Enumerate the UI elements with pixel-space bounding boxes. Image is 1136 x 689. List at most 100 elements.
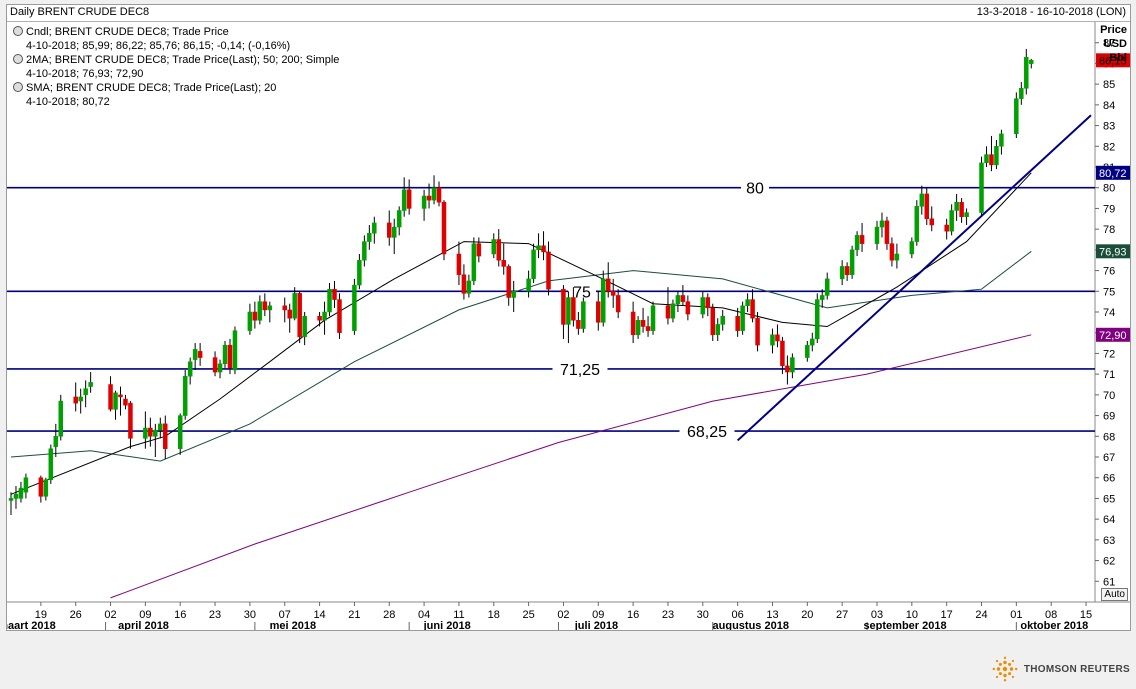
- y-tick-label: 67: [1103, 452, 1115, 464]
- candle-body: [197, 351, 203, 358]
- candle-body: [526, 278, 531, 292]
- candle-body: [536, 245, 541, 251]
- candle-body: [824, 278, 830, 296]
- legend-candles-line2: 4-10-2018; 85,99; 86,22; 85,76; 86,15; -…: [26, 40, 291, 52]
- candle-body: [58, 400, 64, 437]
- x-tick-label: 16: [627, 609, 639, 621]
- candle-body: [262, 301, 268, 311]
- axis-unit: Price USD Bbl: [1100, 23, 1127, 65]
- candle-body: [670, 303, 676, 319]
- candle-body: [421, 195, 427, 209]
- legend-sma-line2: 4-10-2018; 80,72: [26, 96, 110, 108]
- y-tick-label: 78: [1103, 224, 1115, 236]
- candle-body: [994, 146, 999, 166]
- candle-body: [222, 344, 228, 365]
- legend-dot-icon[interactable]: [13, 54, 23, 64]
- candle-body: [148, 427, 153, 437]
- candle-body: [979, 162, 984, 213]
- candle-body: [909, 241, 915, 255]
- candle-body: [745, 299, 750, 307]
- candle-body: [889, 243, 895, 261]
- candle-body: [1014, 98, 1019, 135]
- legend-dot-icon[interactable]: [13, 26, 23, 36]
- x-tick-label: 27: [836, 609, 848, 621]
- level-label: 68,25: [687, 424, 727, 441]
- legend-dot-icon[interactable]: [13, 82, 23, 92]
- candle-body: [441, 201, 447, 255]
- candle-body: [18, 487, 24, 499]
- candle-body: [123, 398, 128, 406]
- legend-candles-line1: Cndl; BRENT CRUDE DEC8; Trade Price: [26, 26, 229, 38]
- candle-body: [332, 288, 337, 300]
- candle-body: [431, 187, 437, 201]
- x-tick-label: 16: [174, 609, 186, 621]
- candle-body: [292, 293, 297, 319]
- candle-body: [153, 429, 158, 437]
- legend-2ma-line1: 2MA; BRENT CRUDE DEC8; Trade Price(Last)…: [26, 54, 340, 66]
- candle-body: [108, 384, 113, 410]
- candle-body: [357, 259, 362, 286]
- price-tag-label: 80,72: [1099, 168, 1127, 180]
- level-label: 75: [573, 284, 591, 301]
- candle-body: [217, 363, 223, 373]
- x-tick-label: 23: [662, 609, 674, 621]
- candle-body: [780, 340, 785, 367]
- candle-body: [367, 233, 372, 242]
- candle-body: [182, 375, 188, 416]
- candle-body: [372, 222, 377, 234]
- candle-body: [506, 266, 511, 298]
- candle-body: [113, 392, 118, 410]
- candle-body: [391, 226, 397, 238]
- legend-2ma: 2MA; BRENT CRUDE DEC8; Trade Price(Last)…: [13, 53, 339, 81]
- candle-body: [810, 338, 815, 346]
- y-tick-label: 83: [1103, 121, 1115, 133]
- y-tick-label: 70: [1103, 390, 1115, 402]
- candle-body: [192, 349, 198, 360]
- price-tag-label: 76,93: [1099, 246, 1127, 258]
- candle-body: [680, 295, 686, 302]
- candle-body: [436, 187, 442, 203]
- candle-body: [267, 305, 273, 311]
- candle-body: [790, 357, 795, 373]
- candle-body: [929, 218, 934, 226]
- candle-body: [615, 295, 621, 313]
- x-tick-label: 26: [70, 609, 82, 621]
- candle-body: [710, 307, 716, 336]
- x-tick-label: 02: [104, 609, 116, 621]
- level-label: 71,25: [560, 362, 600, 379]
- legend-sma: SMA; BRENT CRUDE DEC8; Trade Price(Last)…: [13, 81, 276, 109]
- y-tick-label: 64: [1103, 514, 1115, 526]
- candle-body: [257, 301, 263, 321]
- candle-body: [566, 297, 571, 325]
- candle-body: [989, 154, 994, 166]
- candle-body: [561, 288, 566, 325]
- candle-body: [13, 494, 19, 499]
- month-label: oktober 2018: [1020, 620, 1088, 630]
- candle-body: [735, 315, 740, 331]
- candle-body: [844, 266, 850, 275]
- month-label: september 2018: [863, 620, 946, 630]
- candle-body: [919, 193, 925, 207]
- candle-body: [999, 133, 1004, 147]
- candle-body: [596, 301, 601, 323]
- candle-body: [48, 448, 54, 481]
- candle-body: [362, 241, 367, 261]
- candle-body: [630, 311, 636, 336]
- y-tick-label: 61: [1103, 576, 1115, 588]
- candle-body: [401, 189, 407, 211]
- candle-body: [43, 479, 49, 497]
- candle-body: [635, 320, 641, 336]
- candle-body: [720, 315, 725, 325]
- candle-body: [601, 278, 606, 323]
- y-tick-label: 62: [1103, 556, 1115, 568]
- candle-body: [944, 224, 949, 232]
- y-tick-label: 79: [1103, 203, 1115, 215]
- candle-body: [605, 278, 611, 292]
- auto-scale-button[interactable]: Auto: [1101, 588, 1128, 601]
- candle-body: [78, 396, 83, 402]
- candle-body: [705, 297, 711, 309]
- candle-body: [954, 201, 959, 211]
- candle-body: [571, 297, 576, 321]
- x-tick-label: 30: [697, 609, 709, 621]
- candle-body: [650, 305, 656, 331]
